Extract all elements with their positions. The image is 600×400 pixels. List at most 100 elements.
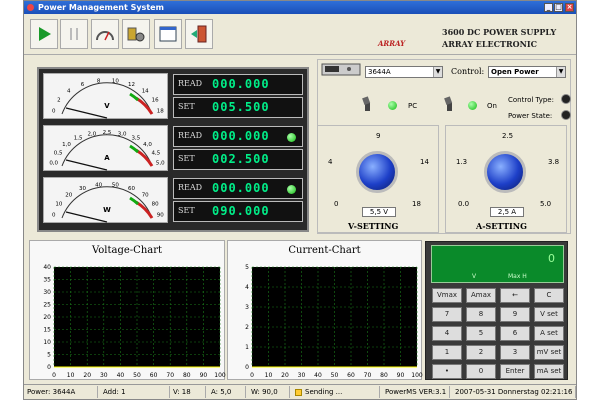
keypad-key[interactable]: 5 — [466, 326, 496, 341]
settings-button[interactable] — [122, 19, 150, 49]
brand-title: 3600 DC POWER SUPPLY — [442, 27, 557, 37]
x-tick-label: 70 — [166, 372, 174, 379]
read-value: 000.000 — [212, 181, 270, 195]
keypad: 0 V Max H Vmax Amax ← C 7 8 9 V set 4 5 6 A set 1 2 3 m… — [425, 241, 568, 380]
status-text: Power: 3644A — [27, 388, 76, 396]
read-label: READ — [178, 79, 203, 88]
keypad-key[interactable]: 7 — [432, 307, 462, 322]
gauge-dial: 0,0 0,5 1,01,5 2,0 2,5 3,0 3,54,04,5 5,0 A — [49, 130, 165, 171]
on-toggle-switch[interactable] — [444, 96, 454, 112]
gauge-dial: 024 6 8 10 12 1416 18 V — [52, 78, 164, 119]
gauge-tick-label: 10 — [55, 202, 62, 208]
keypad-key[interactable]: • — [432, 364, 462, 379]
keypad-key[interactable]: 2 — [466, 345, 496, 360]
x-tick-label: 20 — [83, 372, 91, 379]
voltage-chart-title: Voltage-Chart — [91, 245, 163, 256]
control-label: Control: — [451, 67, 485, 76]
v-knob-tick: 4 — [328, 158, 333, 166]
keypad-key[interactable]: 4 — [432, 326, 462, 341]
keypad-key[interactable]: ← — [500, 288, 530, 303]
keypad-key[interactable]: 9 — [500, 307, 530, 322]
keypad-key[interactable]: 8 — [466, 307, 496, 322]
gauge-tick-label: 18 — [157, 108, 164, 114]
pc-indicator-led — [388, 101, 397, 110]
keypad-key[interactable]: 1 — [432, 345, 462, 360]
gauge-tick-label: 3,0 — [118, 131, 127, 137]
a-knob-tick: 0.0 — [458, 200, 470, 208]
keypad-key[interactable]: 3 — [500, 345, 530, 360]
analog-gauge: 0 10 20 30 40 50 60 70 80 90 W — [43, 177, 168, 223]
tools-icon — [127, 27, 145, 42]
read-display: READ 000.000 — [173, 74, 303, 95]
current-chart-title: Current-Chart — [288, 245, 361, 256]
app-icon — [27, 4, 34, 11]
read-value: 000.000 — [212, 129, 270, 143]
gauge-tick-label: 50 — [112, 182, 119, 188]
meter-button[interactable] — [91, 19, 119, 49]
maximize-button[interactable]: □ — [554, 3, 563, 12]
exit-button[interactable] — [185, 19, 213, 49]
y-tick-label: 30 — [43, 289, 51, 296]
x-tick-label: 30 — [100, 372, 108, 379]
gauge-tick-label: 80 — [152, 202, 159, 208]
keypad-key[interactable]: Enter — [500, 364, 530, 379]
v-setting-knob[interactable] — [356, 151, 398, 193]
toolbar: ARRAY 3600 DC POWER SUPPLY ARRAY ELECTRO… — [24, 15, 576, 55]
gauge-tick-label: 1,5 — [74, 136, 83, 142]
play-button[interactable] — [30, 19, 58, 49]
status-field: 2007-05-31 Donnerstag 02:21:16 — [452, 386, 576, 398]
title-bar: Power Management System _ □ × — [24, 1, 576, 14]
x-tick-label: 40 — [117, 372, 125, 379]
keypad-key[interactable]: 6 — [500, 326, 530, 341]
keypad-key[interactable]: 0 — [466, 364, 496, 379]
v-setting-label: V-SETTING — [348, 221, 399, 231]
status-field: Power: 3644A — [24, 386, 98, 398]
status-field: PowerMS VER:3.1 — [382, 386, 450, 398]
close-button[interactable]: × — [565, 3, 574, 12]
y-tick-label: 35 — [43, 277, 51, 284]
gauge-unit: A — [104, 154, 110, 162]
gauge-needle — [65, 211, 108, 223]
keypad-key[interactable]: mV set — [534, 345, 564, 360]
keypad-key[interactable]: C — [534, 288, 564, 303]
pc-label: PC — [408, 102, 418, 110]
keypad-key[interactable]: mA set — [534, 364, 564, 379]
minimize-button[interactable]: _ — [544, 3, 553, 12]
x-tick-label: 10 — [67, 372, 75, 379]
keypad-key[interactable]: Amax — [466, 288, 496, 303]
meter-status-led — [287, 185, 296, 194]
a-setting-knob[interactable] — [484, 151, 526, 193]
pause-button[interactable] — [60, 19, 88, 49]
keypad-key[interactable]: V set — [534, 307, 564, 322]
keypad-key[interactable]: A set — [534, 326, 564, 341]
power-supply-icon — [321, 63, 361, 76]
control-select[interactable]: Open Power ▼ — [488, 66, 566, 78]
keypad-key[interactable]: Vmax — [432, 288, 462, 303]
meter-row: 0 2 4 6 8 10 12 14 16 18 V READ 000.000 SET 005.500 — [43, 73, 305, 119]
gauge-unit: W — [103, 206, 111, 214]
pc-toggle-switch[interactable] — [362, 96, 372, 112]
x-tick-label: 90 — [200, 372, 208, 379]
x-tick-label: 80 — [183, 372, 191, 379]
y-tick-label: 40 — [43, 264, 51, 271]
meter-row: 0 10 20 30 40 50 60 70 80 90 W READ 000.000 SET 090.00… — [43, 177, 305, 223]
status-bar: Power: 3644A Add: 1 V: 18 A: 5,0 W: 90,0 Send… — [24, 384, 576, 399]
model-select[interactable]: 3644A ▼ — [365, 66, 443, 78]
x-tick-label: 40 — [314, 372, 322, 379]
y-tick-label: 0 — [245, 364, 249, 371]
analog-gauge: 0 2 4 6 8 10 12 14 16 18 V — [43, 73, 168, 119]
v-knob-tick: 14 — [420, 158, 429, 166]
a-knob-tick: 2.5 — [502, 132, 514, 140]
gauge-tick-label: 6 — [81, 82, 85, 88]
y-tick-label: 20 — [43, 314, 51, 321]
gauge-tick-label: 4,0 — [143, 142, 152, 148]
y-tick-label: 10 — [43, 339, 51, 346]
voltage-chart-box: Voltage-Chart 0 10 20 30 40 50 60 70 80 90 100 0 5 10… — [29, 240, 226, 380]
chevron-down-icon: ▼ — [433, 67, 442, 77]
y-tick-label: 5 — [245, 264, 249, 271]
gauge-tick-label: 4 — [67, 89, 71, 95]
gauge-dial: 0 1020 30 40 50 60 7080 90 W — [52, 182, 164, 223]
display-unit-right: Max H — [508, 273, 527, 280]
window-button[interactable] — [154, 19, 182, 49]
y-tick-label: 1 — [245, 344, 249, 351]
